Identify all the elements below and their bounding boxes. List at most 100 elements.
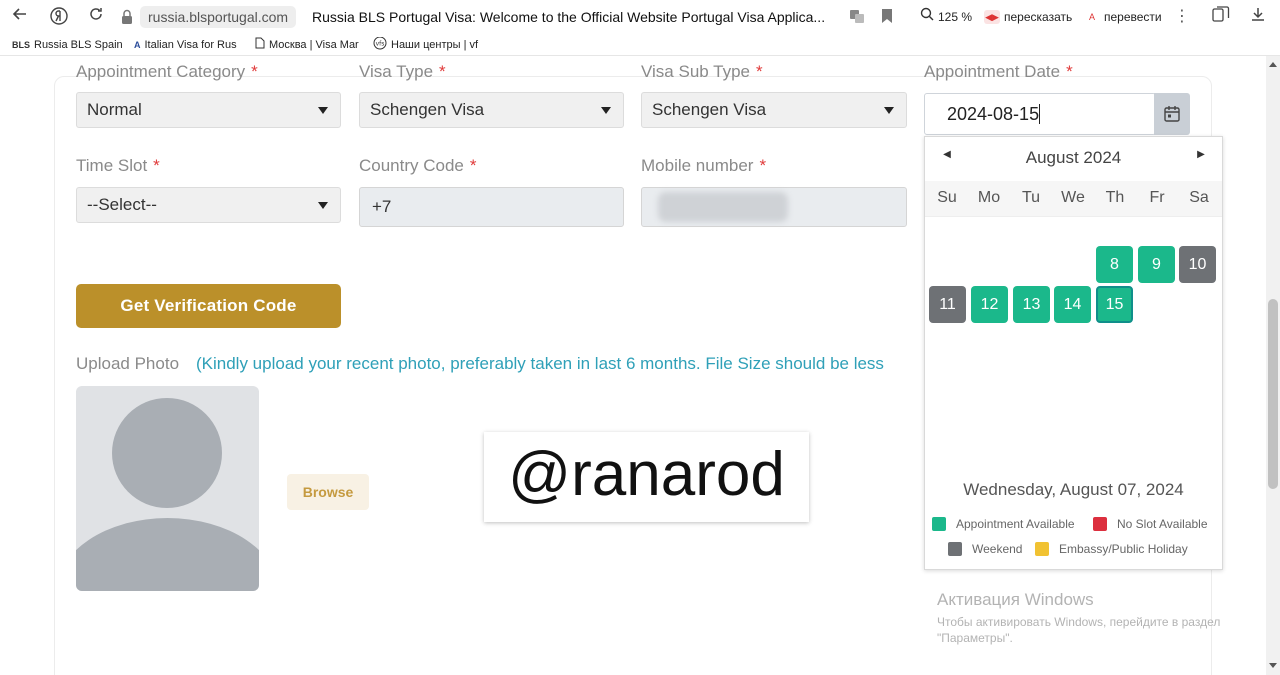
page-scrollbar[interactable]	[1266, 56, 1280, 675]
next-month-icon[interactable]: ▶	[1193, 147, 1209, 163]
translate-icon: A	[1088, 12, 1095, 22]
bookmark-icon[interactable]	[878, 8, 896, 26]
dropdown-caret-icon	[318, 202, 328, 209]
country-code-input[interactable]: +7	[359, 187, 624, 227]
visa-sub-type-value: Schengen Visa	[652, 100, 767, 119]
zoom-level: 125 %	[938, 10, 973, 24]
page-favicon-icon	[255, 37, 265, 53]
translate-page-icon[interactable]	[848, 8, 866, 26]
upload-photo-label: Upload Photo	[76, 354, 180, 373]
bookmark-label: Russia BLS Spain V	[34, 39, 122, 51]
redacted-number	[658, 192, 788, 222]
back-arrow-icon[interactable]	[8, 6, 32, 28]
bookmark-item[interactable]: BLS Russia BLS Spain V	[12, 37, 122, 53]
zoom-control[interactable]: 125 %	[920, 4, 972, 30]
reading-tools: 125 % ◀▶ пересказать A перевести	[912, 4, 1194, 30]
bls-favicon-icon: BLS	[12, 40, 30, 50]
weekday-label: Su	[937, 189, 957, 206]
translate-button[interactable]: A перевести	[1084, 4, 1162, 30]
weekday-label: Th	[1105, 189, 1125, 206]
get-verification-code-button[interactable]: Get Verification Code	[76, 284, 341, 328]
url-domain[interactable]: russia.blsportugal.com	[140, 6, 297, 28]
windows-activation-text: Чтобы активировать Windows, перейдите в …	[937, 615, 1221, 645]
day-cell[interactable]: 9	[1138, 246, 1175, 283]
lock-icon[interactable]	[120, 8, 134, 26]
bookmark-label: Москва | Visa Mar	[269, 39, 359, 51]
appointment-date-input[interactable]: 2024-08-15	[924, 93, 1156, 135]
time-slot-label: Time Slot *	[76, 156, 160, 175]
summarize-label: пересказать	[1004, 10, 1073, 24]
text-cursor	[1039, 104, 1041, 124]
a-favicon-icon: A	[134, 40, 141, 50]
page-content: Appointment Category * Visa Type * Visa Su…	[0, 56, 1266, 675]
legend-available: Appointment Available	[932, 517, 1075, 531]
day-cell[interactable]: 11	[929, 286, 966, 323]
legend-swatch-holiday	[1035, 542, 1049, 556]
day-cell[interactable]: 12	[971, 286, 1008, 323]
appointment-category-label: Appointment Category *	[76, 62, 258, 81]
appointment-date-label: Appointment Date *	[924, 62, 1073, 81]
calendar-icon	[1164, 105, 1180, 127]
country-code-label: Country Code *	[359, 156, 477, 175]
summarize-icon: ◀▶	[984, 10, 1000, 24]
time-slot-value: --Select--	[87, 195, 157, 214]
time-slot-select[interactable]: --Select--	[76, 187, 341, 223]
download-icon[interactable]	[1246, 6, 1270, 28]
legend-label: Appointment Available	[956, 517, 1075, 531]
vfs-favicon-icon: vfs	[373, 37, 387, 53]
day-cell[interactable]: 8	[1096, 246, 1133, 283]
legend-swatch-no-slot	[1093, 517, 1107, 531]
legend-no-slot: No Slot Available	[1093, 517, 1208, 531]
day-cell[interactable]: 10	[1179, 246, 1216, 283]
appointment-date-value: 2024-08-15	[947, 104, 1040, 124]
visa-type-select[interactable]: Schengen Visa	[359, 92, 624, 128]
legend-holiday: Embassy/Public Holiday	[1035, 542, 1188, 556]
browse-button[interactable]: Browse	[287, 474, 369, 510]
appointment-category-value: Normal	[87, 100, 142, 119]
bookmarks-bar: BLS Russia BLS Spain V A Italian Visa fo…	[0, 34, 1280, 56]
visa-sub-type-select[interactable]: Schengen Visa	[641, 92, 907, 128]
weekday-label: Tu	[1021, 189, 1041, 206]
legend-label: Weekend	[972, 542, 1023, 556]
mobile-number-label: Mobile number *	[641, 156, 767, 175]
bookmark-item[interactable]: Москва | Visa Mar	[255, 37, 363, 53]
weekday-header: Su Mo Tu We Th Fr Sa	[925, 181, 1222, 217]
more-menu-icon[interactable]: ⋮	[1170, 6, 1194, 28]
legend-label: No Slot Available	[1117, 517, 1208, 531]
translate-label: перевести	[1104, 10, 1162, 24]
dropdown-caret-icon	[318, 107, 328, 114]
reload-icon[interactable]	[84, 6, 108, 28]
datepicker-header: ◀ August 2024 ▶	[925, 137, 1222, 175]
bookmark-label: Italian Visa for Rus	[144, 39, 237, 51]
appointment-category-select[interactable]: Normal	[76, 92, 341, 128]
scroll-up-icon[interactable]	[1269, 62, 1277, 67]
bookmark-item[interactable]: vfs Наши центры | vf	[373, 37, 485, 53]
weekday-label: Sa	[1189, 189, 1209, 206]
collections-icon[interactable]	[1209, 6, 1233, 28]
browser-toolbar: russia.blsportugal.com Russia BLS Portug…	[0, 0, 1280, 34]
dropdown-caret-icon	[601, 107, 611, 114]
visa-type-label: Visa Type *	[359, 62, 446, 81]
dropdown-caret-icon	[884, 107, 894, 114]
day-cell[interactable]: 13	[1013, 286, 1050, 323]
address-bar[interactable]: russia.blsportugal.com Russia BLS Portug…	[116, 5, 906, 29]
summarize-button[interactable]: ◀▶ пересказать	[984, 4, 1072, 30]
watermark-label: @ranarod	[484, 432, 809, 522]
datepicker-popup: ◀ August 2024 ▶ Su Mo Tu We Th Fr Sa 8 9…	[924, 136, 1223, 570]
scroll-down-icon[interactable]	[1269, 663, 1277, 668]
avatar-head-shape	[112, 398, 222, 508]
calendar-button[interactable]	[1154, 93, 1190, 135]
scrollbar-thumb[interactable]	[1268, 299, 1278, 489]
yandex-logo-icon[interactable]	[47, 6, 71, 28]
windows-activation-notice: Активация Windows Чтобы активировать Win…	[937, 590, 1237, 646]
mobile-number-input[interactable]	[641, 187, 907, 227]
datepicker-month-title: August 2024	[1025, 148, 1122, 167]
day-cell-selected[interactable]: 15	[1096, 286, 1133, 323]
visa-type-value: Schengen Visa	[370, 100, 485, 119]
bookmark-label: Наши центры | vf	[391, 39, 479, 51]
upload-photo-note: (Kindly upload your recent photo, prefer…	[196, 354, 884, 373]
weekday-label: We	[1061, 189, 1085, 206]
day-cell[interactable]: 14	[1054, 286, 1091, 323]
page-title: Russia BLS Portugal Visa: Welcome to the…	[312, 9, 826, 25]
bookmark-item[interactable]: A Italian Visa for Rus	[134, 37, 244, 53]
